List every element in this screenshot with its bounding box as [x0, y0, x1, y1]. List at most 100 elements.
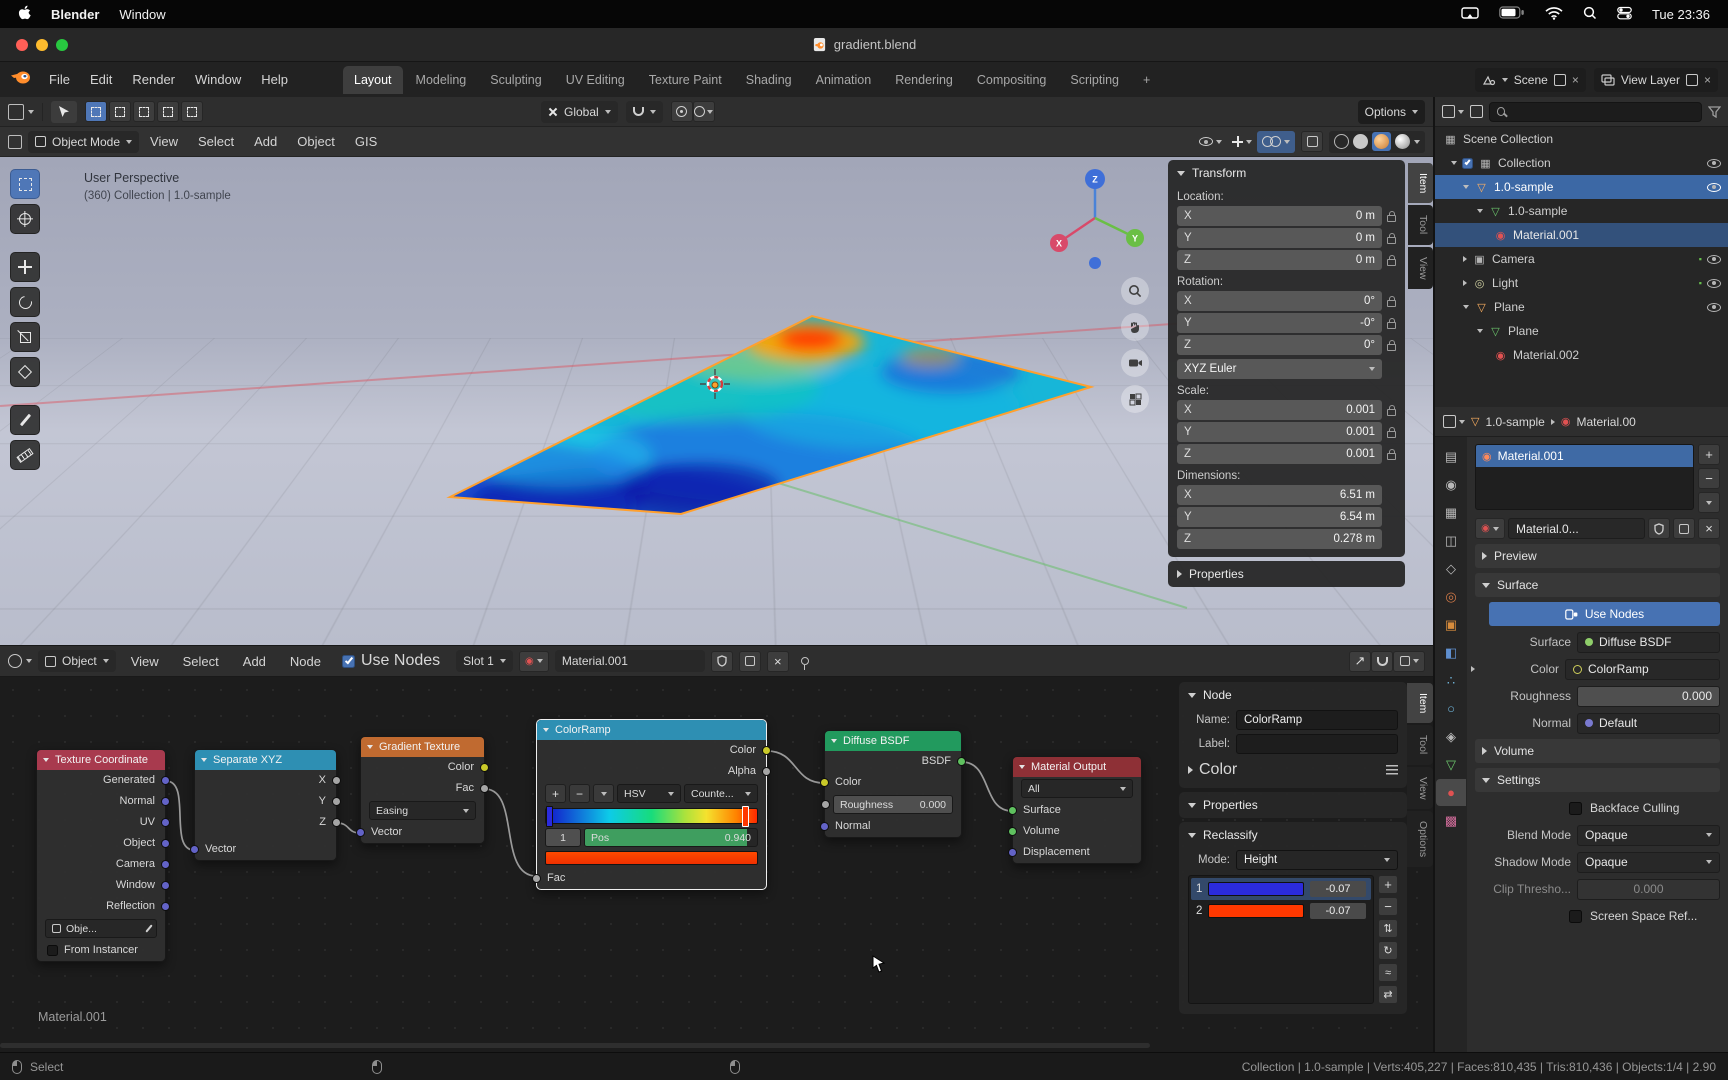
easing-dropdown[interactable]: Easing — [369, 801, 476, 820]
input-socket[interactable] — [821, 799, 830, 809]
output-socket[interactable] — [332, 817, 341, 827]
hide-eye-icon[interactable] — [1707, 158, 1721, 168]
overlays-dropdown[interactable] — [1257, 130, 1295, 153]
output-socket[interactable] — [762, 766, 771, 776]
material-slot-active[interactable]: ◉ Material.001 — [1476, 445, 1693, 467]
shading-wireframe-button[interactable] — [1334, 134, 1349, 149]
horizontal-scrollbar[interactable] — [0, 1043, 1150, 1048]
zoom-window-button[interactable] — [56, 38, 68, 51]
output-socket[interactable] — [161, 838, 170, 848]
tab-output-properties[interactable]: ▦ — [1436, 499, 1466, 526]
shadow-mode-dropdown[interactable]: Opaque — [1577, 851, 1720, 873]
active-tool-icon[interactable] — [51, 100, 77, 123]
close-window-button[interactable] — [16, 38, 28, 51]
lock-icon[interactable] — [1387, 404, 1396, 416]
scale-y-field[interactable]: Y 0.001 — [1177, 422, 1382, 442]
scene-selector[interactable]: Scene × — [1474, 67, 1586, 92]
workspace-tab-layout[interactable]: Layout — [343, 65, 403, 94]
view-layer-selector[interactable]: View Layer × — [1593, 67, 1718, 92]
move-class-icon[interactable]: ⇅ — [1378, 919, 1398, 938]
object-visibility-dropdown[interactable] — [1194, 137, 1227, 146]
outliner-row-light[interactable]: ◎ Light ▪ — [1435, 271, 1728, 295]
app-menu-blender[interactable]: Blender — [51, 7, 99, 22]
node-properties-header[interactable]: Properties — [1179, 792, 1407, 818]
fake-user-shield-button[interactable] — [1648, 518, 1670, 539]
outliner-row-sample-object[interactable]: ▽ 1.0-sample — [1435, 175, 1728, 199]
row-color-swatch[interactable] — [1208, 904, 1304, 918]
node-header[interactable]: ColorRamp — [537, 720, 766, 740]
shader-editor-type-button[interactable] — [8, 654, 32, 668]
location-x-field[interactable]: X0 m — [1177, 206, 1382, 226]
curve-distribution-icon[interactable]: ≈ — [1378, 963, 1398, 982]
vp-menu-view[interactable]: View — [141, 130, 187, 153]
color-ramp-gradient[interactable] — [545, 806, 758, 827]
menubar-clock[interactable]: Tue 23:36 — [1652, 7, 1710, 22]
vp-menu-object[interactable]: Object — [288, 130, 344, 153]
output-socket[interactable] — [161, 901, 170, 911]
hide-eye-icon[interactable] — [1707, 182, 1721, 192]
output-socket[interactable] — [161, 796, 170, 806]
unlink-material-button[interactable]: × — [1698, 518, 1720, 539]
remove-material-slot-button[interactable]: − — [1698, 468, 1720, 489]
collection-checkbox[interactable] — [1462, 157, 1473, 169]
rotation-mode-dropdown[interactable]: XYZ Euler — [1177, 359, 1382, 379]
battery-icon[interactable] — [1499, 6, 1525, 22]
vp-menu-select[interactable]: Select — [189, 130, 243, 153]
rotation-x-field[interactable]: X 0° — [1177, 291, 1382, 311]
refresh-classes-icon[interactable]: ↻ — [1378, 941, 1398, 960]
stop-position-slider[interactable]: Pos 0.940 — [584, 828, 758, 847]
material-slot-list[interactable]: ◉ Material.001 — [1475, 444, 1694, 510]
tab-physics-properties[interactable]: ○ — [1436, 695, 1466, 722]
tab-item[interactable]: Item — [1408, 163, 1433, 204]
tab-texture-properties[interactable]: ▩ — [1436, 807, 1466, 834]
clip-threshold-field[interactable]: 0.000 — [1577, 878, 1720, 900]
tool-measure[interactable] — [10, 440, 40, 470]
output-socket[interactable] — [762, 745, 771, 755]
node-header[interactable]: Texture Coordinate — [37, 750, 165, 770]
control-center-icon[interactable] — [1617, 6, 1632, 23]
roughness-slider[interactable]: 0.000 — [1577, 685, 1720, 707]
node-name-field[interactable]: ColorRamp — [1236, 710, 1398, 730]
shading-rendered-button[interactable] — [1395, 134, 1410, 149]
add-class-button[interactable]: + — [1378, 875, 1398, 894]
outliner-row-sample-mesh[interactable]: ▽ 1.0-sample — [1435, 199, 1728, 223]
lock-icon[interactable] — [1387, 448, 1396, 460]
select-mode-subtract[interactable] — [133, 101, 155, 122]
lock-icon[interactable] — [1387, 339, 1396, 351]
unlink-scene-icon[interactable]: × — [1572, 73, 1579, 87]
slot-dropdown[interactable]: Slot 1 — [456, 650, 513, 672]
material-specials-dropdown[interactable] — [1698, 492, 1720, 513]
outliner-editor-type-button[interactable] — [1442, 105, 1464, 118]
node-header[interactable]: Gradient Texture — [361, 737, 484, 757]
camera-view-button[interactable] — [1121, 349, 1149, 377]
node-material-output[interactable]: Material Output All Surface Volume Displ… — [1008, 756, 1142, 864]
node-header[interactable]: Diffuse BSDF — [825, 731, 961, 751]
tab-material-properties[interactable]: ● — [1436, 779, 1466, 806]
minimize-window-button[interactable] — [36, 38, 48, 51]
sh-menu-add[interactable]: Add — [234, 650, 275, 673]
vp-menu-gis[interactable]: GIS — [346, 130, 386, 153]
select-mode-extend[interactable] — [109, 101, 131, 122]
menu-window[interactable]: Window — [186, 68, 250, 91]
dimensions-z-field[interactable]: Z 0.278 m — [1177, 529, 1382, 549]
input-socket[interactable] — [1008, 826, 1017, 836]
output-socket[interactable] — [480, 762, 489, 772]
tool-select-box[interactable] — [10, 169, 40, 199]
tab-modifier-properties[interactable]: ◧ — [1436, 639, 1466, 666]
select-mode-intersect[interactable] — [181, 101, 203, 122]
node-diffuse-bsdf[interactable]: Diffuse BSDF BSDF Color Roughness 0.000 N… — [820, 730, 966, 838]
workspace-tab-texture-paint[interactable]: Texture Paint — [638, 66, 733, 94]
node-color-ramp[interactable]: ColorRamp Color Alpha + − HSV Counte... … — [532, 719, 771, 890]
blend-mode-dropdown[interactable]: Opaque — [1577, 824, 1720, 846]
input-socket[interactable] — [820, 821, 829, 831]
output-socket[interactable] — [161, 859, 170, 869]
tab-data-properties[interactable]: ▽ — [1436, 751, 1466, 778]
browse-material-dropdown[interactable]: ◉ — [1475, 518, 1505, 539]
preview-panel-header[interactable]: Preview — [1475, 544, 1720, 568]
lock-icon[interactable] — [1387, 232, 1396, 244]
pin-icon[interactable] — [800, 657, 809, 670]
sh-menu-view[interactable]: View — [122, 650, 168, 673]
snap-node-icon[interactable] — [1371, 650, 1393, 672]
from-instancer-row[interactable]: From Instancer — [37, 940, 165, 961]
lock-icon[interactable] — [1387, 426, 1396, 438]
